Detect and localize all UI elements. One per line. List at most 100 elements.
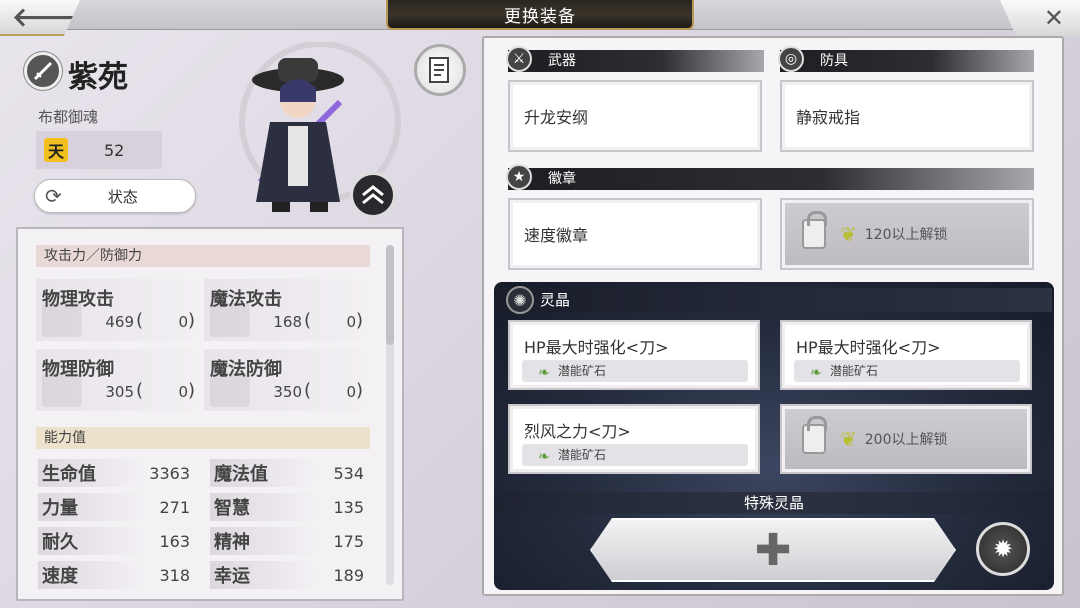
stat-label: 魔法攻击 (210, 289, 282, 310)
crystal-slot[interactable]: 烈风之力<刀> ❧ 潜能矿石 (508, 404, 760, 474)
close-icon: ✕ (1043, 4, 1064, 32)
crystal-slot[interactable]: HP最大时强化<刀> ❧ 潜能矿石 (780, 320, 1032, 390)
weapon-slot[interactable]: 升龙安纲 (508, 80, 762, 152)
unlock-requirement: 200以上解锁 (864, 432, 948, 448)
expand-button[interactable] (350, 172, 396, 218)
stat-bonus-value: 0 (178, 383, 188, 401)
ability-label: 速度 (42, 566, 78, 587)
refresh-icon: ⟳ (45, 184, 62, 208)
badge-header: 徽章 (508, 168, 1034, 190)
stat-bonus-value: 0 (178, 313, 188, 331)
ability-row: 智慧 135 (210, 493, 364, 521)
stats-panel: 攻击力／防御力 物理攻击 469(0) 魔法攻击 168(0) 物理防御 305… (16, 227, 404, 601)
wing-icon: ❦ (840, 427, 857, 451)
ore-icon: ❧ (810, 365, 822, 381)
ability-value: 271 (159, 497, 190, 517)
stat-magic-defense: 魔法防御 350(0) (204, 349, 363, 411)
crystal-type-label: 潜能矿石 (558, 364, 607, 378)
ability-value: 534 (333, 463, 364, 483)
ability-row: 精神 175 (210, 527, 364, 555)
ability-row: 魔法值 534 (210, 459, 364, 487)
ability-label: 幸运 (214, 566, 250, 587)
ability-value: 318 (159, 565, 190, 585)
badge-slot[interactable]: 速度徽章 (508, 198, 762, 270)
crystal-name: HP最大时强化<刀> (796, 338, 941, 357)
stat-base-value: 305 (105, 383, 134, 401)
stat-magic-attack: 魔法攻击 168(0) (204, 279, 363, 341)
back-button[interactable]: 🡐 (0, 0, 80, 36)
crystal-type-label: 潜能矿石 (830, 364, 879, 378)
ability-label: 力量 (42, 498, 78, 519)
ability-row: 速度 318 (38, 561, 190, 589)
stat-physical-defense: 物理防御 305(0) (36, 349, 195, 411)
sword-icon (24, 52, 62, 90)
ability-value: 175 (333, 531, 364, 551)
stat-bonus-value: 0 (346, 313, 356, 331)
ability-value: 163 (159, 531, 190, 551)
ability-label: 生命值 (42, 464, 96, 485)
ore-icon: ❧ (538, 449, 550, 465)
wing-icon: ❦ (840, 222, 857, 246)
character-level: 52 (104, 140, 125, 160)
ring-icon: ◎ (778, 46, 804, 72)
memo-button[interactable] (414, 44, 466, 96)
unlock-requirement: 120以上解锁 (864, 227, 948, 243)
stat-label: 魔法防御 (210, 359, 282, 380)
stat-physical-attack: 物理攻击 469(0) (36, 279, 195, 341)
status-button-label: 状态 (107, 187, 138, 206)
crystal-type: ❧ 潜能矿石 (522, 444, 748, 466)
sword-icon: ⚔ (506, 46, 532, 72)
plus-icon: ✚ (754, 524, 792, 576)
ability-label: 智慧 (214, 498, 250, 519)
crystal-name: 烈风之力<刀> (524, 422, 631, 441)
ore-icon: ❧ (538, 365, 550, 381)
armor-slot[interactable]: 静寂戒指 (780, 80, 1034, 152)
stat-label: 物理防御 (42, 359, 114, 380)
stat-label: 物理攻击 (42, 289, 114, 310)
ability-label: 精神 (214, 532, 250, 553)
stats-scroll-thumb[interactable] (386, 245, 394, 345)
stat-bonus-value: 0 (346, 383, 356, 401)
ability-header: 能力值 (36, 427, 370, 449)
ability-row: 耐久 163 (38, 527, 190, 555)
combat-stats-header: 攻击力／防御力 (36, 245, 370, 267)
lock-icon (802, 211, 827, 249)
ability-row: 幸运 189 (210, 561, 364, 589)
character-name: 紫苑 (68, 60, 128, 95)
special-crystal-label: 特殊灵晶 (496, 492, 1052, 514)
crystal-header: 灵晶 (496, 288, 1052, 312)
ability-value: 135 (333, 497, 364, 517)
rank-level-box: 天 52 (36, 131, 162, 169)
crystal-name: HP最大时强化<刀> (524, 338, 669, 357)
crystal-type-label: 潜能矿石 (558, 448, 607, 462)
sun-button[interactable]: ✹ (976, 522, 1030, 576)
armor-header: 防具 (780, 50, 1034, 72)
crystal-wheel-icon: ✺ (506, 286, 534, 314)
memo-icon (429, 57, 449, 83)
rank-badge-icon: 天 (44, 138, 68, 162)
ability-row: 生命值 3363 (38, 459, 190, 487)
ability-value: 3363 (149, 463, 190, 483)
ability-label: 耐久 (42, 532, 78, 553)
crystal-slot[interactable]: HP最大时强化<刀> ❧ 潜能矿石 (508, 320, 760, 390)
ability-row: 力量 271 (38, 493, 190, 521)
locked-badge-slot: ❦ 120以上解锁 (780, 198, 1034, 270)
ability-value: 189 (333, 565, 364, 585)
screen-title: 更换装备 (386, 0, 694, 30)
stat-base-value: 350 (273, 383, 302, 401)
chevron-up-icon (362, 185, 384, 205)
locked-crystal-slot: ❦ 200以上解锁 (780, 404, 1032, 474)
crystal-type: ❧ 潜能矿石 (522, 360, 748, 382)
sun-icon: ✹ (992, 535, 1014, 563)
star-badge-icon: ★ (506, 164, 532, 190)
crystal-type: ❧ 潜能矿石 (794, 360, 1020, 382)
lock-icon (802, 416, 827, 454)
weapon-header: 武器 (508, 50, 764, 72)
ability-label: 魔法值 (214, 464, 268, 485)
add-special-crystal-button[interactable]: ✚ (590, 518, 956, 582)
character-title: 布都御魂 (38, 108, 99, 126)
status-button[interactable]: ⟳ 状态 (34, 179, 196, 213)
close-button[interactable]: ✕ (1000, 0, 1080, 36)
stat-base-value: 469 (105, 313, 134, 331)
stat-base-value: 168 (273, 313, 302, 331)
